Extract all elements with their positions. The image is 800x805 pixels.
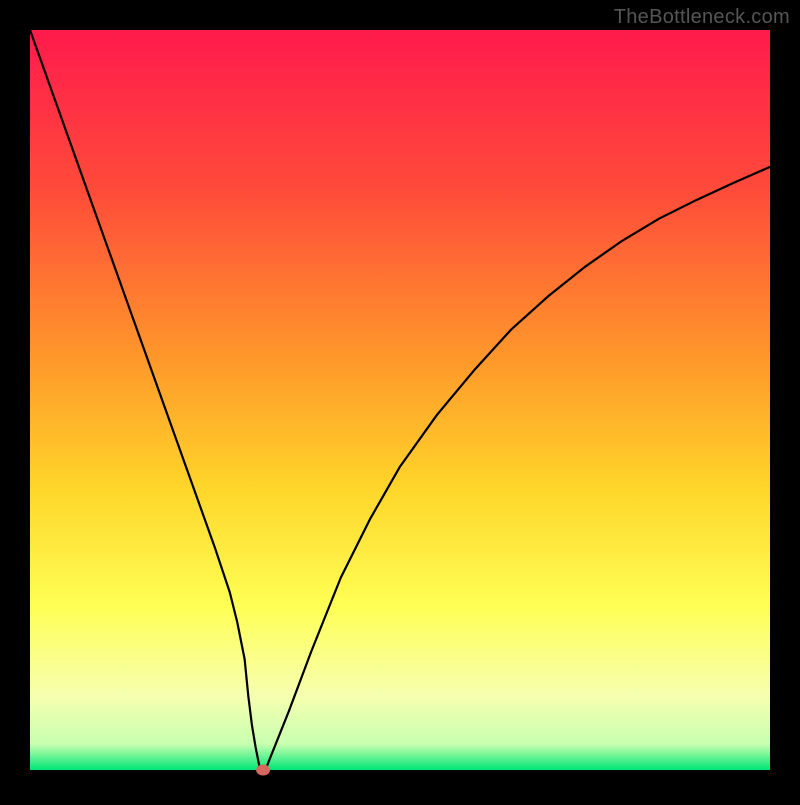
bottleneck-chart bbox=[0, 0, 800, 800]
optimal-point-marker bbox=[256, 765, 270, 776]
watermark-label: TheBottleneck.com bbox=[614, 6, 790, 29]
chart-background-gradient bbox=[30, 30, 770, 770]
chart-container bbox=[0, 0, 800, 805]
